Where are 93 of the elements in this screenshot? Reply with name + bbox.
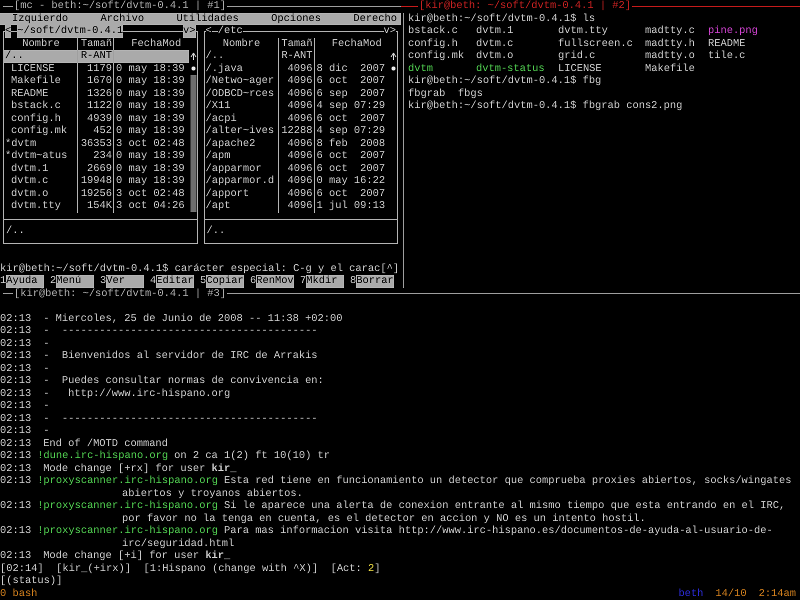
menu-item[interactable]: Utilidades [176, 12, 239, 25]
menu-item[interactable]: Opciones [271, 12, 322, 25]
file-name: dvtm.o [476, 50, 514, 62]
column-header[interactable]: Tamañ [278, 38, 314, 50]
menu-item[interactable]: Archivo [100, 12, 144, 25]
file-row[interactable]: /apparmor 4096 6 oct 2007 [204, 162, 389, 175]
command-output: fbgrab fbgs [408, 88, 484, 100]
chat-message: 02:13 - ----------------------------------------- [0, 325, 319, 338]
chat-message: 02:13 !dune.irc-hispano.org on 2 ca 1(2) ft 10(10) tr [0, 450, 332, 462]
chat-message: 02:13 - Miercoles, 25 de Junio de 2008 -- 11:38 +02:00 [0, 312, 344, 325]
file-row[interactable]: /apm 4096 6 oct 2007 [204, 150, 389, 162]
file-name: madtty.o [645, 50, 696, 62]
file-name: bstack.c [408, 25, 459, 38]
file-name: dvtm.tty [558, 25, 609, 38]
file-name: madtty.h [645, 38, 696, 50]
file-row[interactable]: bstack.c 1122 0 may 18:39 [4, 100, 188, 112]
window-title: [kir@beth: ~/soft/dvtm-0.4.1 | #2] [418, 0, 632, 12]
file-name: dvtm.c [476, 38, 514, 50]
chat-message: 02:13 - [0, 362, 50, 375]
file-row[interactable]: Makefile 1670 0 may 18:39 [4, 75, 188, 88]
file-name: README [708, 38, 746, 50]
panel-path: ~/soft/dvtm-0.4.1 [17, 25, 124, 38]
file-row[interactable]: /apache2 4096 8 feb 2008 [204, 138, 389, 150]
chat-message: 02:13 !proxyscanner.irc-hispano.org Si le aparece una alerta de conexion entrante al mismo tiempo que esta entrando en el IRC, por favor no la tenga en cuenta, es el detector en accion y NO es un intento hostil. [0, 500, 786, 525]
column-header[interactable]: Nombre [204, 38, 278, 50]
file-row[interactable]: dvtm.tty 154K 3 oct 04:26 [4, 200, 188, 212]
file-name: dvtm-status [476, 62, 546, 75]
window-title: [mc - beth:~/soft/dvtm-0.4.1 | #1] [13, 0, 228, 12]
file-row[interactable]: /.. R-ANT [204, 50, 389, 62]
shell-prompt-line: kir@beth:~/soft/dvtm-0.4.1$ fbg [408, 75, 602, 88]
window-title: [kir@beth: ~/soft/dvtm-0.4.1 | #3] [13, 288, 228, 300]
chat-message: 02:13 End of /MOTD command [0, 438, 169, 450]
file-row[interactable]: /X11 4096 4 sep 07:29 [204, 100, 389, 112]
panel-menu-button[interactable]: v> [183, 25, 196, 38]
file-name: config.h [408, 38, 459, 50]
shell-prompt-line: kir@beth:~/soft/dvtm-0.4.1$ fbgrab cons2.png [408, 100, 684, 112]
file-name: Makefile [645, 62, 696, 75]
menu-item[interactable]: Derecho [353, 12, 397, 25]
column-header[interactable]: FechaMod [314, 38, 397, 50]
chat-message: 02:13 - Puedes consultar normas de convivencia en: [0, 375, 325, 388]
clock-text: 2:14am [758, 588, 796, 600]
column-header[interactable]: Nombre [4, 38, 77, 50]
file-row[interactable]: dvtm.c 19948 0 may 18:39 [4, 175, 188, 188]
chat-message: 02:13 - [0, 425, 50, 438]
chat-message: 02:13 !proxyscanner.irc-hispano.org Esta red tiene en funcionamiento un detector que comprueba proxies abiertos, socks/wingates abiertos y troyanos abiertos. [0, 475, 792, 500]
file-name: dvtm.1 [476, 25, 514, 38]
command-line[interactable]: kir@beth:~/soft/dvtm-0.4.1$ carácter especial: C-g y el carac[^] [0, 262, 401, 275]
file-name: fullscreen.c [558, 38, 634, 50]
chat-message: 02:13 - ----------------------------------------- [0, 412, 319, 425]
file-row[interactable]: *dvtm~atus 234 0 may 18:39 [4, 150, 188, 162]
file-row[interactable]: *dvtm 36353 3 oct 02:48 [4, 138, 188, 150]
file-name: pine.png [708, 25, 759, 38]
file-row[interactable]: dvtm.1 2669 0 may 18:39 [4, 162, 188, 175]
file-name: grid.c [558, 50, 596, 62]
status-item: [kir_(+irx)] [56, 562, 131, 575]
file-row[interactable]: README 1326 0 may 18:39 [4, 88, 188, 100]
window-list: [(status)] [0, 575, 800, 588]
chat-message: 02:13 - http://www.irc-hispano.org [0, 388, 232, 400]
activity-indicator: [Act: 2] [330, 562, 380, 575]
chat-message: 02:13 Mode change [+rx] for user kir_ [0, 462, 238, 475]
file-name: madtty.c [645, 25, 696, 38]
chat-message: 02:13 - [0, 338, 50, 350]
screen-window-name[interactable]: 0 bash [0, 588, 38, 600]
panel-status: /.. [5, 225, 26, 238]
date-text: 14/10 [715, 588, 747, 600]
status-item: [1:Hispano (change with ^X)] [143, 562, 318, 575]
panel-status: /.. [206, 225, 226, 238]
menu-item[interactable]: Izquierdo [12, 12, 68, 25]
file-name: dvtm [408, 62, 434, 75]
file-row[interactable]: dvtm.o 19256 3 oct 02:48 [4, 188, 188, 200]
file-row[interactable]: /Netwo~ager 4096 6 oct 2007 [204, 75, 389, 88]
back-button[interactable]: < [5, 25, 12, 38]
status-item: [02:14] [0, 562, 44, 575]
scrollbar[interactable] [190, 50, 196, 212]
file-row[interactable]: config.mk 452 0 may 18:39 [4, 125, 188, 138]
file-row[interactable]: LICENSE 1179 0 may 18:39 [4, 62, 188, 75]
file-row[interactable]: /apt 4096 1 jul 09:13 [204, 200, 389, 212]
file-name: tile.c [708, 50, 746, 62]
file-row[interactable]: config.h 4939 0 may 18:39 [4, 112, 188, 125]
file-row[interactable]: /apparmor.d 4096 0 may 16:22 [204, 175, 389, 188]
file-name: config.mk [408, 50, 466, 62]
file-row[interactable]: /alter~ives 12288 4 sep 07:29 [204, 125, 389, 138]
host-name: beth [678, 588, 704, 600]
file-row[interactable]: /.. R-ANT [4, 50, 188, 62]
file-row[interactable]: /acpi 4096 6 oct 2007 [204, 112, 389, 125]
chat-message: 02:13 - [0, 400, 50, 412]
file-name: LICENSE [558, 62, 603, 75]
chat-message: 02:13 Mode change [+i] for user kir_ [0, 550, 232, 562]
file-row[interactable]: /ODBCD~rces 4096 6 sep 2007 [204, 88, 389, 100]
shell-prompt-line: kir@beth:~/soft/dvtm-0.4.1$ ls [408, 12, 596, 25]
file-row[interactable]: /apport 4096 6 oct 2007 [204, 188, 389, 200]
chat-message: 02:13 - Bienvenidos al servidor de IRC de Arrakis [0, 350, 319, 362]
file-row[interactable]: /.java 4096 8 dic 2007 [204, 62, 389, 75]
